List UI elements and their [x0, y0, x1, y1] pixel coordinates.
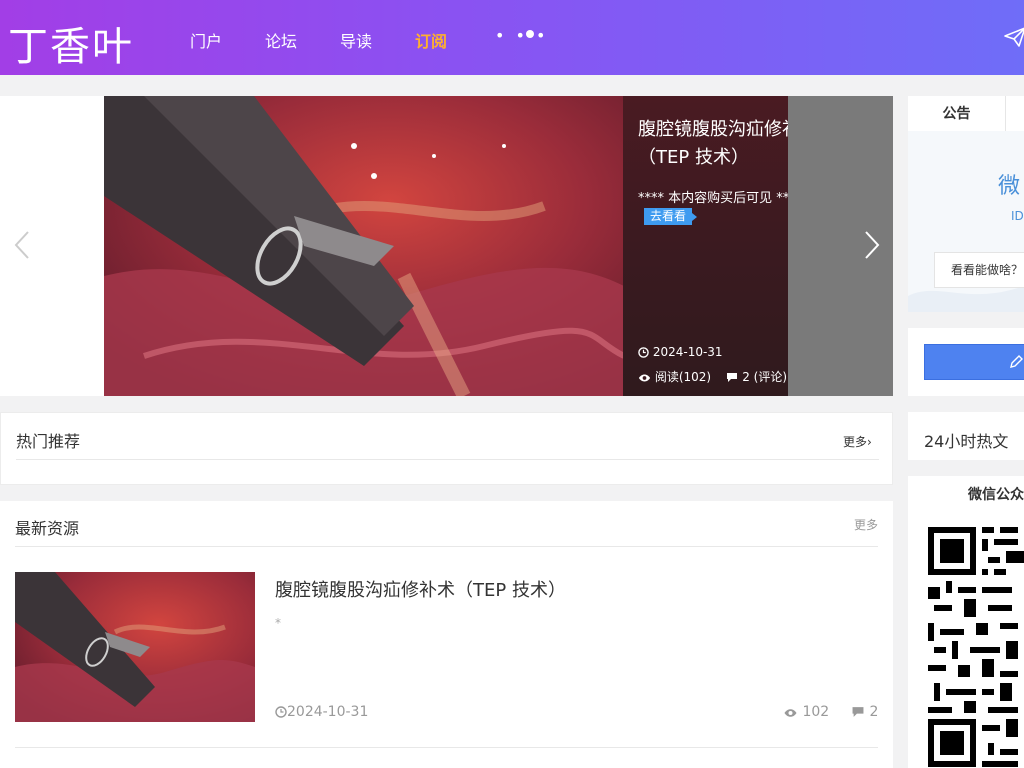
tab-secondary[interactable] [1006, 96, 1024, 131]
notice-wechat-text: 微 [998, 174, 1021, 199]
resource-views-count: 102 [802, 704, 830, 720]
hot-recommend-panel: 热门推荐 更多› [0, 412, 893, 485]
what-can-do-button[interactable]: 看看能做啥？ [934, 252, 1024, 288]
post-panel [908, 328, 1024, 396]
eye-icon [638, 374, 651, 382]
slide-comments: 2 (评论) [742, 370, 788, 384]
slide-date-text: 2024-10-31 [652, 345, 723, 359]
resource-date-text: 2024-10-31 [287, 704, 369, 720]
divider [16, 459, 879, 460]
hot-24h-panel: 24小时热文 [908, 412, 1024, 460]
resource-views: 102 [783, 704, 829, 720]
divider [15, 747, 878, 748]
featured-slider: 腹腔镜腹股沟疝修补术（TEP 技术） **** 本内容购买后可见 **** 去看… [0, 96, 893, 396]
qr-code-icon [928, 527, 1024, 767]
hot-more-link[interactable]: 更多› [843, 433, 872, 450]
latest-resources-panel: 最新资源 更多 腹腔镜腹股沟疝修补术（TEP 技术） * 2024-10-31 … [0, 501, 893, 768]
clock-icon [275, 706, 287, 718]
hot-recommend-title: 热门推荐 [16, 432, 81, 451]
view-button[interactable]: 去看看 [644, 208, 698, 225]
notice-panel: 公告 微 ID 看看能做啥？ [908, 96, 1024, 312]
latest-resources-title: 最新资源 [15, 519, 80, 538]
chevron-left-icon[interactable] [12, 230, 32, 260]
resource-thumbnail[interactable] [15, 572, 255, 722]
nav-item-guide[interactable]: 导读 [340, 28, 372, 52]
nav-item-forum[interactable]: 论坛 [265, 28, 297, 52]
nav-item-subscribe[interactable]: 订阅 [415, 28, 447, 52]
nav-more-button[interactable]: • • • [495, 26, 548, 45]
resource-comments-count: 2 [869, 704, 879, 720]
send-icon[interactable] [1004, 26, 1024, 48]
comment-icon [727, 373, 738, 382]
nav-item-portal[interactable]: 门户 [190, 28, 222, 52]
site-logo[interactable]: 丁香叶 [8, 14, 134, 72]
chevron-right-icon[interactable] [862, 230, 882, 260]
wechat-title: 微信公众 [968, 487, 1024, 503]
slide-date: 2024-10-31 [638, 345, 723, 359]
slide-meta: 阅读(102) 2 (评论) [638, 368, 787, 385]
notification-dot [526, 30, 534, 38]
slide-info-panel: 腹腔镜腹股沟疝修补术（TEP 技术） **** 本内容购买后可见 **** 去看… [623, 96, 818, 396]
divider [15, 546, 878, 547]
slide-image[interactable] [104, 96, 624, 396]
comment-icon [852, 707, 864, 717]
resource-date: 2024-10-31 [275, 704, 368, 720]
resource-comments: 2 [851, 704, 878, 720]
tab-notice[interactable]: 公告 [908, 96, 1006, 131]
clock-icon [638, 347, 649, 358]
notice-id-text: ID [1011, 209, 1024, 223]
latest-more-link[interactable]: 更多 [854, 516, 878, 533]
eye-icon [784, 709, 797, 717]
pencil-icon [1010, 355, 1023, 368]
write-post-button[interactable] [924, 344, 1024, 380]
resource-excerpt: * [275, 616, 281, 630]
wechat-panel: 微信公众 [908, 476, 1024, 768]
slide-views: 阅读(102) [654, 370, 712, 384]
site-header: 丁香叶 门户 论坛 导读 订阅 • • • [0, 0, 1024, 75]
hot-24h-title: 24小时热文 [924, 432, 1009, 451]
resource-title[interactable]: 腹腔镜腹股沟疝修补术（TEP 技术） [275, 576, 566, 602]
